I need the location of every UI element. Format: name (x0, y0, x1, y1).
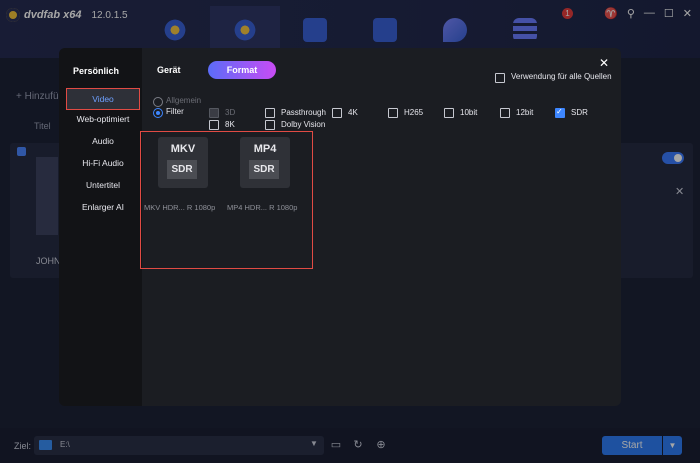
label-h265: H265 (404, 108, 424, 117)
label-3d: 3D (225, 108, 236, 117)
label-12bit: 12bit (516, 108, 534, 117)
format-mp4-name: MP4 (253, 143, 277, 155)
checkbox-4k[interactable] (332, 108, 342, 118)
checkbox-dolby-vision[interactable] (265, 120, 275, 130)
format-mp4-label: MP4 HDR... R 1080p (227, 203, 298, 212)
radio-filter-label: Filter (166, 107, 184, 116)
checkbox-10bit[interactable] (444, 108, 454, 118)
nav-item-video[interactable]: Video (66, 88, 140, 110)
nav-item-hifi-audio[interactable]: Hi-Fi Audio (67, 153, 139, 173)
profile-dialog: Persönlich Video Web-optimiert Audio Hi-… (59, 48, 621, 406)
label-4k: 4K (348, 108, 358, 117)
close-icon[interactable]: ✕ (599, 56, 609, 70)
label-10bit: 10bit (460, 108, 478, 117)
format-mkv-name: MKV (170, 143, 196, 155)
format-mp4-badge: SDR (249, 160, 279, 179)
format-mkv-label: MKV HDR... R 1080p (144, 203, 216, 212)
tab-device[interactable]: Gerät (157, 65, 181, 75)
checkbox-12bit[interactable] (500, 108, 510, 118)
label-dolby-vision: Dolby Vision (281, 120, 326, 129)
apply-all-label: Verwendung für alle Quellen (511, 72, 612, 81)
nav-item-audio[interactable]: Audio (67, 131, 139, 151)
format-card-mkv[interactable]: MKV SDR (158, 137, 208, 188)
radio-general-label: Allgemein (166, 96, 202, 105)
checkbox-8k[interactable] (209, 120, 219, 130)
tab-format[interactable]: Format (208, 61, 276, 79)
label-sdr: SDR (571, 108, 588, 117)
radio-general[interactable] (153, 97, 163, 107)
checkbox-3d[interactable] (209, 108, 219, 118)
checkbox-sdr[interactable] (555, 107, 565, 118)
nav-item-enlarger-ai[interactable]: Enlarger AI (67, 197, 139, 217)
nav-item-subtitles[interactable]: Untertitel (67, 175, 139, 195)
personal-heading: Persönlich (73, 66, 120, 76)
checkbox-h265[interactable] (388, 108, 398, 118)
label-8k: 8K (225, 120, 235, 129)
label-passthrough: Passthrough (281, 108, 326, 117)
format-card-mp4[interactable]: MP4 SDR (240, 137, 290, 188)
nav-item-web-optimized[interactable]: Web-optimiert (67, 109, 139, 129)
format-mkv-badge: SDR (167, 160, 197, 179)
checkbox-passthrough[interactable] (265, 108, 275, 118)
radio-filter[interactable] (153, 108, 163, 118)
apply-all-checkbox[interactable] (495, 73, 505, 83)
